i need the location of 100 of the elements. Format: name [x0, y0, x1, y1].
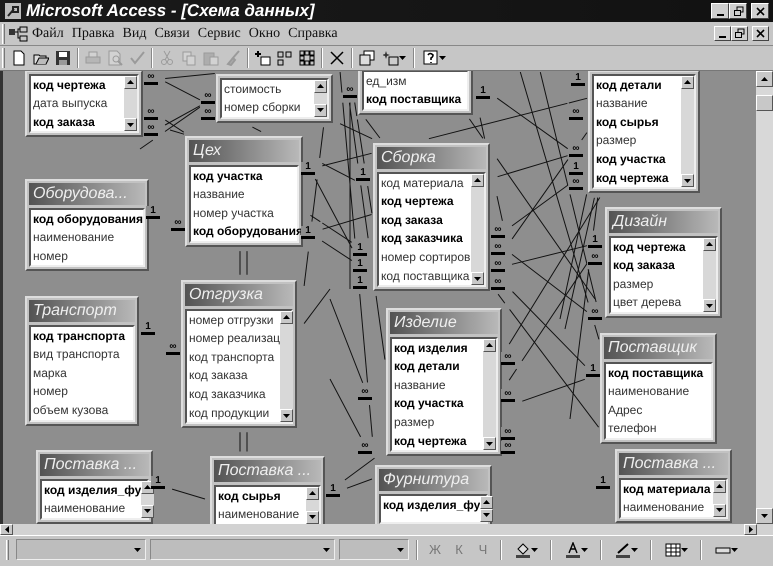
scroll-down-icon[interactable]: [283, 414, 290, 418]
relationship-line[interactable]: [560, 194, 588, 320]
relationship-line[interactable]: [581, 132, 588, 140]
relationship-line[interactable]: [322, 222, 352, 243]
table-window[interactable]: код детали название код сырья размер код участка код чертежа: [588, 71, 700, 194]
field-name[interactable]: код чертежа: [596, 168, 681, 188]
field-name[interactable]: код чертежа: [33, 76, 124, 94]
relationship-line[interactable]: [311, 178, 318, 222]
combo-box[interactable]: [16, 539, 146, 560]
relationship-line[interactable]: [310, 214, 321, 222]
relationship-line[interactable]: [512, 184, 568, 226]
field-name[interactable]: номер: [33, 382, 133, 402]
table-window[interactable]: Дизайн код чертежа код заказа размер цвет дерева: [605, 206, 722, 318]
scroll-down-icon[interactable]: [761, 514, 768, 518]
scroll-left-icon[interactable]: [4, 526, 8, 533]
field-name[interactable]: номер реализац: [189, 329, 280, 348]
relationship-line[interactable]: [319, 126, 324, 158]
document-restore-button[interactable]: [731, 26, 748, 41]
list-scrollbar[interactable]: [681, 76, 694, 188]
field-name[interactable]: код транспорта: [33, 326, 133, 346]
relationship-line[interactable]: [304, 251, 309, 286]
relationships-icon[interactable]: [8, 26, 28, 42]
field-name[interactable]: дата выпуска: [33, 94, 124, 113]
relationship-line[interactable]: [340, 72, 342, 93]
field-name[interactable]: код заказа: [381, 210, 471, 230]
relationship-line[interactable]: [340, 123, 373, 140]
relationship-line[interactable]: [367, 186, 372, 214]
relationship-line[interactable]: [330, 378, 362, 438]
relationship-line[interactable]: [508, 197, 600, 345]
field-name[interactable]: код заказчика: [381, 229, 471, 248]
field-name[interactable]: наименование: [33, 228, 144, 247]
field-name[interactable]: номер отгрузки: [189, 310, 280, 330]
relationship-line[interactable]: [314, 178, 352, 249]
relationship-line[interactable]: [588, 268, 597, 302]
field-name[interactable]: код оборудования: [193, 222, 304, 242]
relationship-line[interactable]: [252, 126, 262, 132]
relationship-line[interactable]: [360, 184, 369, 239]
menu-item[interactable]: Справка: [284, 23, 342, 44]
relationship-line[interactable]: [365, 118, 380, 138]
table-window[interactable]: стоимость номер сборки: [216, 74, 333, 123]
field-name[interactable]: код транспорта: [189, 348, 280, 366]
field-name[interactable]: код чертежа: [394, 432, 483, 450]
close-button[interactable]: [751, 3, 769, 19]
relationship-line[interactable]: [508, 368, 518, 381]
field-name[interactable]: наименование: [623, 498, 713, 517]
field-name[interactable]: код материала: [381, 174, 471, 192]
menu-item[interactable]: Связи: [150, 23, 194, 44]
relationship-line[interactable]: [522, 263, 588, 362]
table-window[interactable]: код чертежа дата выпуска код заказа: [25, 71, 143, 138]
relationship-line[interactable]: [376, 295, 386, 360]
table-window[interactable]: Отгрузка номер отгрузки номер реализац код транспорта код заказа код заказчика код продукции: [181, 280, 297, 428]
field-name[interactable]: код материала: [623, 480, 713, 498]
relationship-line[interactable]: [512, 159, 568, 240]
field-name[interactable]: номер сборки: [224, 98, 314, 117]
vertical-scrollbar[interactable]: [756, 71, 773, 524]
relationship-line[interactable]: [468, 118, 484, 139]
combo-box[interactable]: [339, 539, 409, 560]
relationship-line[interactable]: [359, 294, 368, 383]
relationship-line[interactable]: [164, 106, 200, 132]
scroll-down-icon[interactable]: [486, 442, 493, 446]
table-window[interactable]: Поставка ... код сырья наименование: [210, 456, 325, 524]
list-scrollbar[interactable]: [314, 80, 327, 117]
field-name[interactable]: код заказчика: [189, 385, 280, 404]
relationship-line[interactable]: [512, 254, 588, 312]
scroll-up-icon[interactable]: [706, 242, 713, 246]
list-scrollbar[interactable]: [483, 338, 496, 450]
relationship-line[interactable]: [322, 152, 372, 166]
table-window[interactable]: Цех код участка название номер участка код оборудования: [185, 136, 303, 248]
field-name[interactable]: номер сортиров: [381, 248, 471, 267]
field-name[interactable]: вид транспорта: [33, 345, 133, 364]
relationship-line[interactable]: [348, 102, 358, 164]
scroll-down-icon[interactable]: [127, 122, 134, 127]
relationship-line[interactable]: [512, 291, 586, 366]
field-name[interactable]: название: [596, 94, 681, 113]
field-name[interactable]: код участка: [193, 166, 304, 186]
relationship-line[interactable]: [322, 162, 356, 181]
scroll-thumb[interactable]: [756, 94, 773, 110]
relationship-line[interactable]: [172, 488, 206, 500]
field-name[interactable]: код поставщика: [366, 90, 467, 109]
relationship-line[interactable]: [164, 120, 184, 133]
field-name[interactable]: номер: [33, 246, 144, 266]
scroll-up-icon[interactable]: [474, 178, 481, 182]
table-window[interactable]: ед_изм код поставщика: [358, 71, 473, 115]
list-scrollbar[interactable]: [703, 238, 716, 312]
relationship-line[interactable]: [568, 98, 588, 104]
scroll-up-icon[interactable]: [486, 343, 493, 348]
field-name[interactable]: код оборудования: [33, 210, 144, 228]
scroll-down-icon[interactable]: [483, 513, 490, 518]
relationship-line[interactable]: [304, 288, 330, 324]
relationship-line[interactable]: [496, 98, 568, 150]
relationship-line[interactable]: [346, 478, 372, 489]
table-window[interactable]: Изделие код изделия код детали название код участка размер код чертежа: [386, 308, 502, 456]
document-minimize-button[interactable]: [714, 26, 731, 41]
field-name[interactable]: наименование: [608, 382, 711, 401]
relationship-line[interactable]: [540, 72, 568, 186]
field-name[interactable]: код участка: [596, 150, 681, 169]
field-name[interactable]: код заказа: [613, 256, 703, 275]
relationship-line[interactable]: [498, 294, 506, 304]
field-name[interactable]: код сырья: [596, 112, 681, 132]
list-scrollbar[interactable]: [713, 480, 726, 517]
